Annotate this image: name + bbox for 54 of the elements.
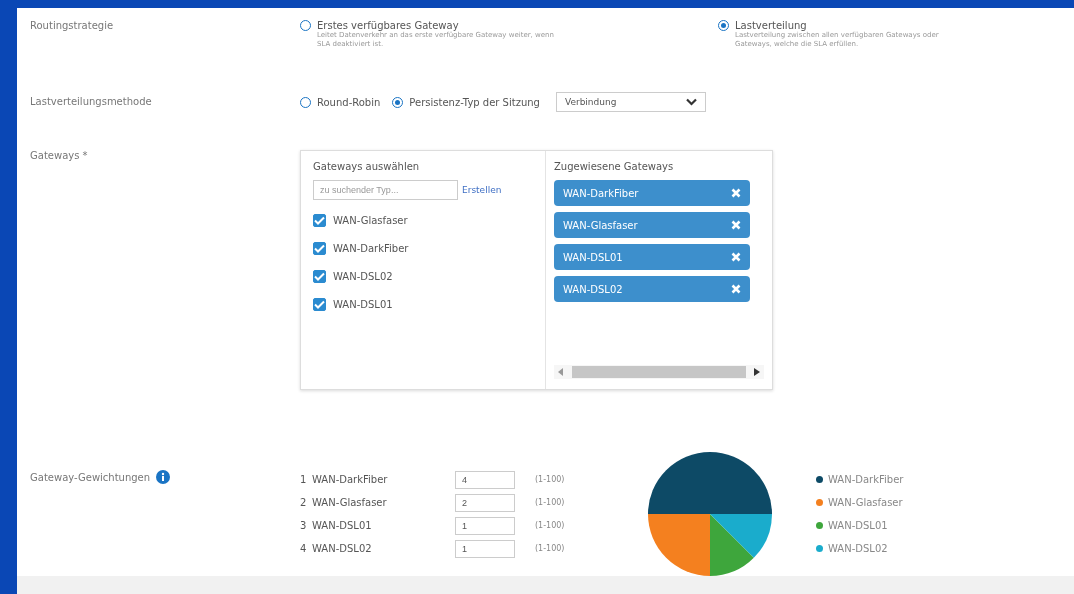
- weight-field[interactable]: 2: [455, 493, 515, 512]
- search-field[interactable]: zu suchender Typ...: [313, 180, 458, 200]
- gateway-name: WAN-Glasfaser: [333, 214, 408, 226]
- option-title: Lastverteilung: [735, 20, 808, 31]
- close-icon[interactable]: [731, 188, 741, 198]
- row-number: 1: [300, 474, 308, 485]
- weight-field[interactable]: 1: [455, 539, 515, 558]
- checkbox[interactable]: [313, 213, 326, 227]
- horizontal-scrollbar[interactable]: [554, 365, 764, 379]
- section-title: Zugewiesene Gateways: [554, 161, 675, 172]
- gateway-tag: WAN-DSL01: [554, 244, 750, 270]
- gateway-tag: WAN-DSL02: [554, 276, 750, 302]
- field-label: Gateway-Gewichtungen: [30, 471, 151, 483]
- gateway-name: WAN-DSL01: [312, 520, 373, 531]
- create-link[interactable]: Erstellen: [462, 185, 502, 195]
- option-label: Persistenz-Typ der Sitzung: [409, 96, 540, 108]
- weight-field[interactable]: 1: [455, 516, 515, 535]
- gateway-name: WAN-DSL02: [333, 270, 393, 282]
- option-label: Round-Robin: [317, 96, 381, 108]
- info-icon[interactable]: [156, 470, 171, 484]
- range-hint: (1-100): [535, 498, 565, 507]
- field-label: Routingstrategie: [30, 20, 115, 33]
- checkbox[interactable]: [313, 297, 326, 311]
- gateway-tag: WAN-DarkFiber: [554, 180, 750, 206]
- close-icon[interactable]: [731, 252, 741, 262]
- gateway-name: WAN-DarkFiber: [312, 474, 389, 485]
- range-hint: (1-100): [535, 475, 565, 484]
- field-label: Lastverteilungsmethode: [30, 95, 153, 109]
- row-number: 2: [300, 497, 308, 508]
- option-title: Erstes verfügbares Gateway: [317, 20, 459, 31]
- section-title: Gateways auswählen: [313, 161, 421, 172]
- gateway-name: WAN-Glasfaser: [312, 497, 388, 508]
- legend-label: WAN-DSL02: [828, 543, 888, 554]
- legend-label: WAN-DSL01: [828, 520, 888, 531]
- row-number: 3: [300, 520, 308, 531]
- close-icon[interactable]: [731, 284, 741, 294]
- chevron-down-icon: [685, 98, 697, 106]
- field-label: Gateways *: [30, 150, 89, 163]
- scroll-left-icon[interactable]: [558, 368, 564, 376]
- weight-field[interactable]: 4: [455, 470, 515, 489]
- gateway-name: WAN-DSL01: [333, 298, 393, 310]
- legend-label: WAN-DarkFiber: [828, 474, 904, 485]
- range-hint: (1-100): [535, 521, 565, 530]
- scroll-right-icon[interactable]: [754, 368, 760, 376]
- row-number: 4: [300, 543, 308, 554]
- legend-label: WAN-Glasfaser: [828, 497, 903, 508]
- gateway-tag: WAN-Glasfaser: [554, 212, 750, 238]
- session-type-dropdown[interactable]: Verbindung: [555, 92, 706, 112]
- gateway-name: WAN-DSL02: [312, 543, 373, 554]
- gateway-name: WAN-DarkFiber: [333, 242, 409, 254]
- checkbox[interactable]: [313, 241, 326, 255]
- close-icon[interactable]: [731, 220, 741, 230]
- checkbox[interactable]: [313, 269, 326, 283]
- range-hint: (1-100): [535, 544, 565, 553]
